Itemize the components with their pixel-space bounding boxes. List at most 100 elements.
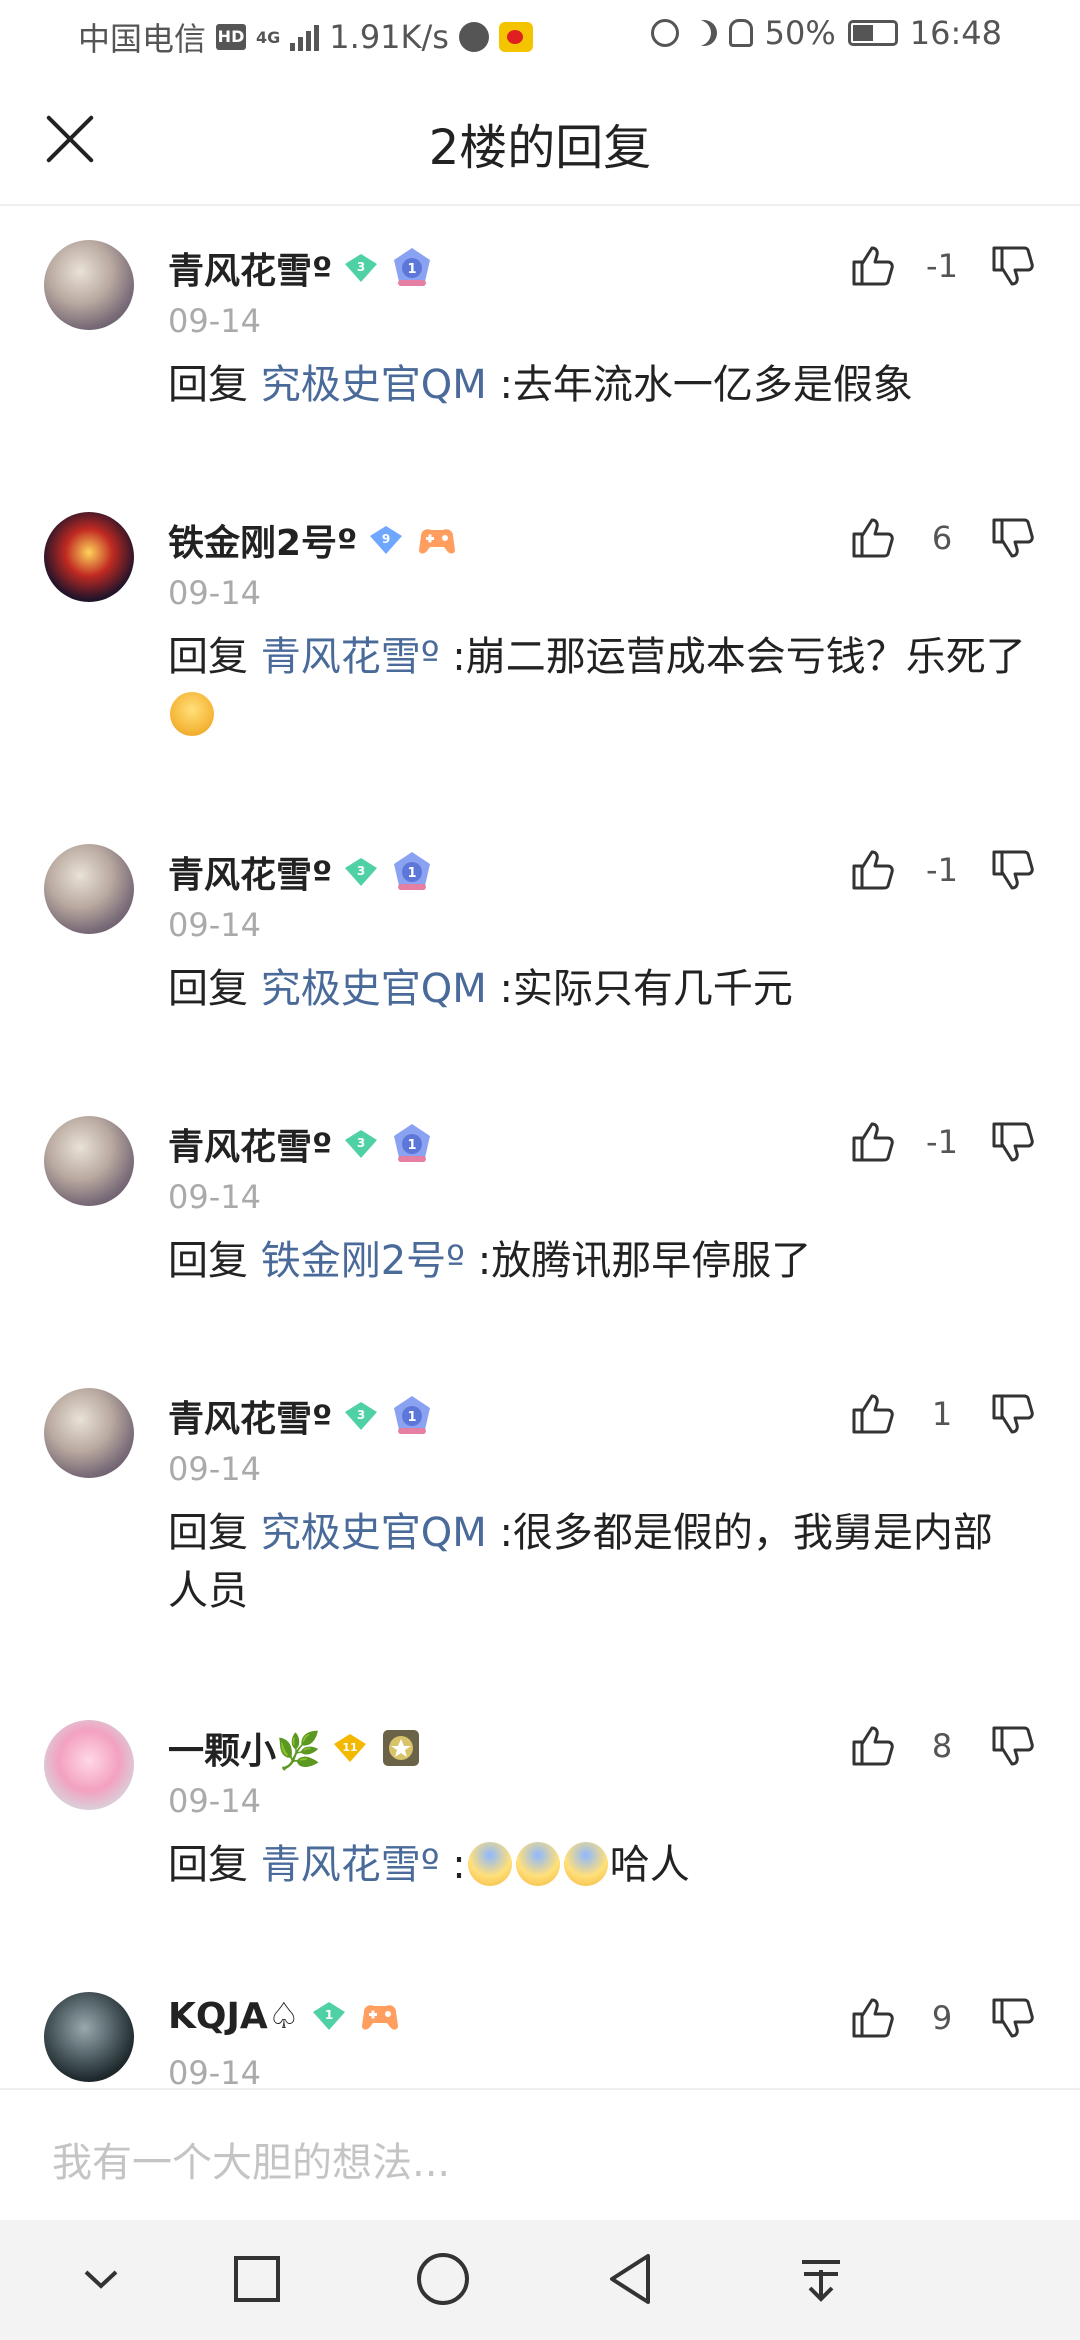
circle-icon[interactable] <box>408 2244 478 2314</box>
reply-target-link[interactable]: 铁金刚2号º <box>261 1238 465 1284</box>
username-row: 青风花雪º 3 1 <box>168 242 434 294</box>
level-badge-icon: 1 <box>390 850 434 894</box>
reply-input-placeholder[interactable]: 我有一个大胆的想法... <box>52 2130 450 2188</box>
username[interactable]: 铁金刚2号º <box>168 514 357 566</box>
thumbs-up-icon[interactable] <box>848 1390 896 1438</box>
thumbs-up-icon[interactable] <box>848 1722 896 1770</box>
thumbs-down-icon[interactable] <box>988 514 1036 562</box>
reply-content: :实际只有几千元 <box>499 966 793 1012</box>
level-badge-text: 1 <box>408 262 417 277</box>
thumbs-up-icon[interactable] <box>848 1994 896 2042</box>
reply-content: : <box>452 1842 466 1888</box>
thumbs-up-icon[interactable] <box>848 514 896 562</box>
reply-keyword: 回复 <box>168 1238 248 1284</box>
vote-count: -1 <box>926 1123 958 1161</box>
reply-content-tail: 哈人 <box>609 1842 690 1888</box>
thumbs-up-icon[interactable] <box>848 1118 896 1166</box>
app-screen: 中国电信 HD 4G 1.91K/s 50% 16:48 2楼的回复 青风花雪º… <box>0 0 1080 2340</box>
gem-level-icon: 1 <box>312 2001 346 2031</box>
gem-level-icon: 9 <box>369 525 403 555</box>
reply-input-bar[interactable]: 我有一个大胆的想法... <box>0 2088 1080 2220</box>
avatar[interactable] <box>44 1388 134 1478</box>
vote-count: 9 <box>931 1999 953 2037</box>
reply-text: 回复 究极史官QM :去年流水一亿多是假象 <box>168 356 1030 414</box>
reply-target-link[interactable]: 青风花雪º <box>261 634 440 680</box>
thumbs-up-icon[interactable] <box>848 242 896 290</box>
page-title: 2楼的回复 <box>428 120 652 176</box>
username-row: KQJA♤ 1 <box>168 1994 402 2038</box>
back-triangle-icon[interactable] <box>596 2244 666 2314</box>
username[interactable]: KQJA♤ <box>168 1996 300 2037</box>
thumbs-up-icon[interactable] <box>848 846 896 894</box>
gem-level-text: 3 <box>357 1136 365 1150</box>
gem-level-icon: 3 <box>344 857 378 887</box>
username-row: 青风花雪º 3 1 <box>168 1390 434 1442</box>
thumbs-down-icon[interactable] <box>988 1118 1036 1166</box>
level-badge-icon: 1 <box>390 1394 434 1438</box>
avatar[interactable] <box>44 240 134 330</box>
reply-date: 09-14 <box>168 1450 261 1488</box>
reply-text: 回复 究极史官QM :实际只有几千元 <box>168 960 1030 1018</box>
game-controller-icon <box>415 518 459 562</box>
vote-count: -1 <box>926 247 958 285</box>
level-badge-icon: 1 <box>390 246 434 290</box>
download-icon[interactable] <box>786 2244 856 2314</box>
avatar[interactable] <box>44 512 134 602</box>
anxious-sweat-emoji-icon <box>467 1842 512 1886</box>
gem-level-text: 3 <box>357 1408 365 1422</box>
vote-count: 6 <box>931 519 953 557</box>
level-badge-text: 1 <box>408 866 417 881</box>
reply-list[interactable]: 青风花雪º 3 1 09-14 -1 回复 究极史官QM:去年流水一亿多是假象… <box>0 206 1080 2088</box>
hd-icon: HD <box>216 24 247 50</box>
reply-item: 青风花雪º 3 1 09-14 -1 回复 铁金刚2号º:放腾讯那早停服了 <box>0 1082 1080 1354</box>
avatar[interactable] <box>44 844 134 934</box>
alarm-icon <box>650 19 679 47</box>
square-icon[interactable] <box>222 2244 292 2314</box>
reply-item: 一颗小🌿 11 09-14 8 回复 青风花雪º: 哈人 <box>0 1686 1080 1958</box>
thumbs-down-icon[interactable] <box>988 846 1036 894</box>
username-row: 青风花雪º 3 1 <box>168 846 434 898</box>
header: 2楼的回复 <box>0 72 1080 206</box>
reply-item: 青风花雪º 3 1 09-14 -1 回复 究极史官QM <box>0 810 1080 1082</box>
gem-level-icon: 11 <box>333 1733 367 1763</box>
reply-content: :崩二那运营成本会亏钱？乐死了 <box>452 634 1026 680</box>
chevron-down-icon[interactable] <box>66 2244 136 2314</box>
username[interactable]: 青风花雪º <box>168 846 332 898</box>
reply-item: KQJA♤ 1 09-14 9 <box>0 1958 1080 2088</box>
reply-text: 回复 青风花雪º : 哈人 <box>168 1836 1030 1894</box>
gem-level-text: 9 <box>382 532 390 546</box>
reply-target-link[interactable]: 究极史官QM <box>261 966 487 1012</box>
reply-target-link[interactable]: 究极史官QM <box>261 362 487 408</box>
moon-icon <box>691 20 717 46</box>
reply-target-link[interactable]: 究极史官QM <box>261 1510 487 1556</box>
gem-level-icon: 3 <box>344 253 378 283</box>
reply-item: 青风花雪º 3 1 09-14 1 回复 究极史官QM:很多都是假的，我舅是内… <box>0 1354 1080 1686</box>
system-nav-bar <box>0 2220 1080 2340</box>
username[interactable]: 青风花雪º <box>168 1118 332 1170</box>
vote-controls: -1 <box>848 242 1036 290</box>
carrier-label: 中国电信 <box>78 20 207 58</box>
username[interactable]: 青风花雪º <box>168 242 332 294</box>
level-badge-text: 1 <box>408 1410 417 1425</box>
thumbs-down-icon[interactable] <box>988 1994 1036 2042</box>
vote-controls: 8 <box>848 1722 1036 1770</box>
thumbs-down-icon[interactable] <box>988 242 1036 290</box>
reply-keyword: 回复 <box>168 1510 248 1556</box>
avatar[interactable] <box>44 1992 134 2082</box>
battery-fill <box>852 25 873 41</box>
reply-target-link[interactable]: 青风花雪º <box>261 1842 440 1888</box>
avatar[interactable] <box>44 1116 134 1206</box>
username[interactable]: 青风花雪º <box>168 1390 332 1442</box>
reply-keyword: 回复 <box>168 634 248 680</box>
vote-count: -1 <box>926 851 958 889</box>
reply-date: 09-14 <box>168 2054 261 2088</box>
avatar[interactable] <box>44 1720 134 1810</box>
network-label: 4G <box>256 27 281 47</box>
battery-percent: 50% <box>764 14 836 52</box>
vote-controls: 1 <box>848 1390 1036 1438</box>
username[interactable]: 一颗小🌿 <box>168 1722 321 1774</box>
thumbs-down-icon[interactable] <box>988 1722 1036 1770</box>
vote-controls: -1 <box>848 846 1036 894</box>
vote-controls: 6 <box>848 514 1036 562</box>
thumbs-down-icon[interactable] <box>988 1390 1036 1438</box>
